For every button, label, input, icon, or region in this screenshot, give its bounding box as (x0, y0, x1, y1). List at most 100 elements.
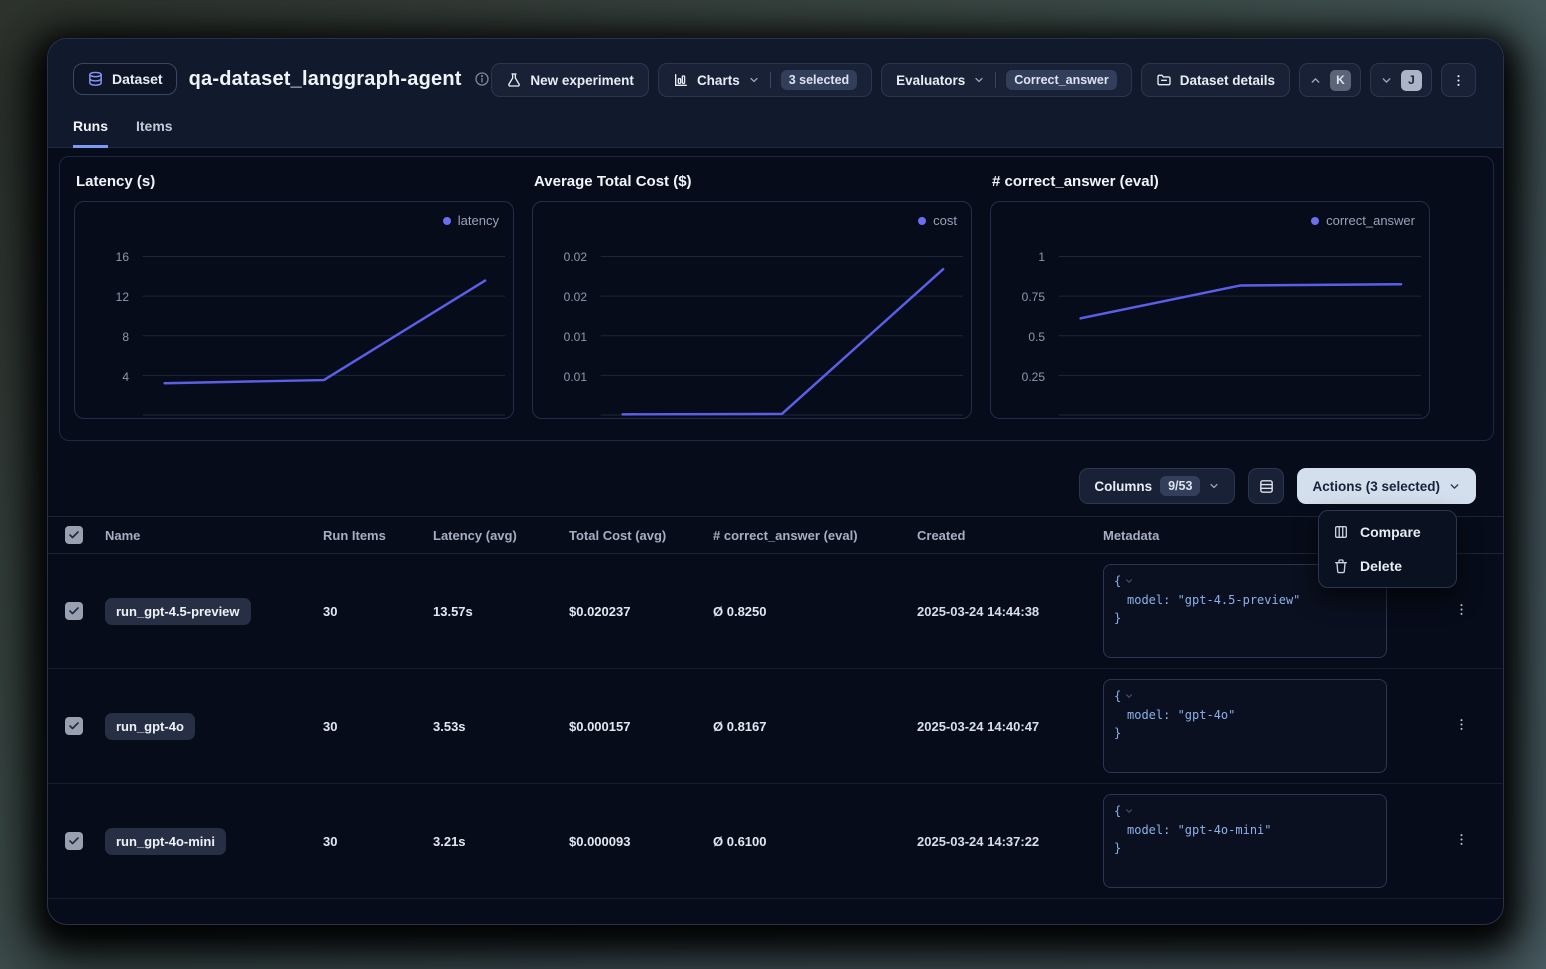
bar-chart-icon (673, 72, 689, 88)
table-row: run_gpt-4o-mini 30 3.21s $0.000093 Ø 0.6… (48, 784, 1503, 899)
chart-title: Average Total Cost ($) (534, 173, 972, 190)
info-icon[interactable] (474, 71, 490, 87)
col-header-correct-answer[interactable]: # correct_answer (eval) (713, 528, 917, 543)
menu-item-delete[interactable]: Delete (1323, 549, 1452, 583)
table-row: run_gpt-4.5-preview 30 13.57s $0.020237 … (48, 554, 1503, 669)
latency-cell: 13.57s (433, 604, 569, 619)
divider (995, 72, 996, 88)
new-experiment-button[interactable]: New experiment (491, 63, 649, 97)
chart-legend: latency (443, 213, 499, 228)
chevron-down-icon (1208, 480, 1220, 492)
menu-item-compare[interactable]: Compare (1323, 515, 1452, 549)
columns-button[interactable]: Columns 9/53 (1079, 468, 1235, 504)
table-row: run_gpt-4o 30 3.53s $0.000157 Ø 0.8167 2… (48, 669, 1503, 784)
latency-cell: 3.53s (433, 719, 569, 734)
col-header-latency[interactable]: Latency (avg) (433, 528, 569, 543)
rows-icon (1258, 478, 1275, 495)
dataset-details-button[interactable]: Dataset details (1141, 63, 1290, 97)
latency-chart-card: latency 16 12 8 4 (74, 201, 514, 419)
cost-chart-card: cost 0.02 0.02 0.01 0.01 (532, 201, 972, 419)
database-icon (87, 71, 104, 88)
tab-runs[interactable]: Runs (73, 118, 108, 148)
line-chart-plot (75, 202, 513, 418)
page-title: qa-dataset_langgraph-agent (189, 68, 462, 91)
actions-dropdown-menu: Compare Delete (1318, 510, 1457, 588)
run-items-cell: 30 (323, 719, 433, 734)
select-all-checkbox[interactable] (65, 526, 83, 544)
app-window: Dataset qa-dataset_langgraph-agent New e… (47, 38, 1504, 925)
actions-button[interactable]: Actions (3 selected) (1297, 468, 1476, 504)
chart-legend: correct_answer (1311, 213, 1415, 228)
col-header-name[interactable]: Name (105, 528, 323, 543)
total-cost-cell: $0.000157 (569, 719, 713, 734)
chart-latency: Latency (s) latency 16 12 8 4 (74, 173, 514, 440)
chevron-down-icon (1380, 74, 1393, 87)
run-name-badge[interactable]: run_gpt-4o-mini (105, 828, 226, 855)
charts-button[interactable]: Charts 3 selected (658, 63, 872, 97)
chart-title: # correct_answer (eval) (992, 173, 1430, 190)
chevron-down-icon (1448, 480, 1461, 493)
more-options-button[interactable] (1441, 63, 1476, 97)
col-header-total-cost[interactable]: Total Cost (avg) (569, 528, 713, 543)
row-kebab-button[interactable] (1450, 598, 1473, 624)
chevron-down-icon (1124, 806, 1134, 816)
run-items-cell: 30 (323, 834, 433, 849)
evaluators-button[interactable]: Evaluators Correct_answer (881, 63, 1132, 97)
kebab-icon (1451, 73, 1466, 88)
evaluators-selected-badge: Correct_answer (1006, 70, 1117, 90)
avatar: J (1401, 70, 1422, 91)
trash-icon (1333, 558, 1349, 574)
avatar: K (1330, 70, 1351, 91)
metadata-json-box[interactable]: { model: "gpt-4o" } (1103, 679, 1387, 773)
legend-dot-icon (1311, 217, 1319, 225)
dataset-badge-label: Dataset (112, 71, 163, 87)
header-left: Dataset qa-dataset_langgraph-agent (73, 63, 490, 95)
correct-answer-chart-card: correct_answer 1 0.75 0.5 0.25 (990, 201, 1430, 419)
divider (770, 72, 771, 88)
row-height-button[interactable] (1248, 468, 1284, 504)
runs-table: Name Run Items Latency (avg) Total Cost … (48, 516, 1503, 899)
line-chart-plot (533, 202, 971, 418)
row-checkbox[interactable] (65, 602, 83, 620)
col-header-run-items[interactable]: Run Items (323, 528, 433, 543)
charts-selected-badge: 3 selected (781, 70, 857, 90)
row-kebab-button[interactable] (1450, 828, 1473, 854)
chevron-down-icon (748, 74, 760, 86)
run-items-cell: 30 (323, 604, 433, 619)
chart-correct-answer: # correct_answer (eval) correct_answer 1… (990, 173, 1430, 440)
correct-answer-cell: Ø 0.6100 (713, 834, 917, 849)
run-name-badge[interactable]: run_gpt-4.5-preview (105, 598, 251, 625)
folder-icon (1156, 72, 1172, 88)
next-run-button[interactable]: J (1370, 63, 1432, 97)
tab-items[interactable]: Items (136, 118, 173, 148)
app-header: Dataset qa-dataset_langgraph-agent New e… (48, 39, 1503, 148)
chevron-down-icon (1124, 691, 1134, 701)
metadata-json-box[interactable]: { model: "gpt-4o-mini" } (1103, 794, 1387, 888)
table-header-row: Name Run Items Latency (avg) Total Cost … (48, 516, 1503, 554)
chart-legend: cost (918, 213, 957, 228)
columns-count-badge: 9/53 (1160, 476, 1200, 496)
created-cell: 2025-03-24 14:44:38 (917, 604, 1103, 619)
chart-title: Latency (s) (76, 173, 514, 190)
row-checkbox[interactable] (65, 832, 83, 850)
row-kebab-button[interactable] (1450, 713, 1473, 739)
header-actions: New experiment Charts 3 selected Evaluat… (491, 63, 1476, 97)
legend-dot-icon (443, 217, 451, 225)
latency-cell: 3.21s (433, 834, 569, 849)
created-cell: 2025-03-24 14:40:47 (917, 719, 1103, 734)
chart-cost: Average Total Cost ($) cost 0.02 0.02 0.… (532, 173, 972, 440)
run-name-badge[interactable]: run_gpt-4o (105, 713, 195, 740)
row-checkbox[interactable] (65, 717, 83, 735)
table-controls: Columns 9/53 Actions (3 selected) (1079, 468, 1476, 504)
charts-section: Latency (s) latency 16 12 8 4 Average To… (59, 156, 1494, 441)
columns-icon (1333, 524, 1349, 540)
line-chart-plot (991, 202, 1429, 418)
chevron-down-icon (1124, 576, 1134, 586)
chevron-down-icon (973, 74, 985, 86)
chevron-up-icon (1309, 74, 1322, 87)
col-header-created[interactable]: Created (917, 528, 1103, 543)
previous-run-button[interactable]: K (1299, 63, 1361, 97)
correct-answer-cell: Ø 0.8250 (713, 604, 917, 619)
total-cost-cell: $0.000093 (569, 834, 713, 849)
legend-dot-icon (918, 217, 926, 225)
